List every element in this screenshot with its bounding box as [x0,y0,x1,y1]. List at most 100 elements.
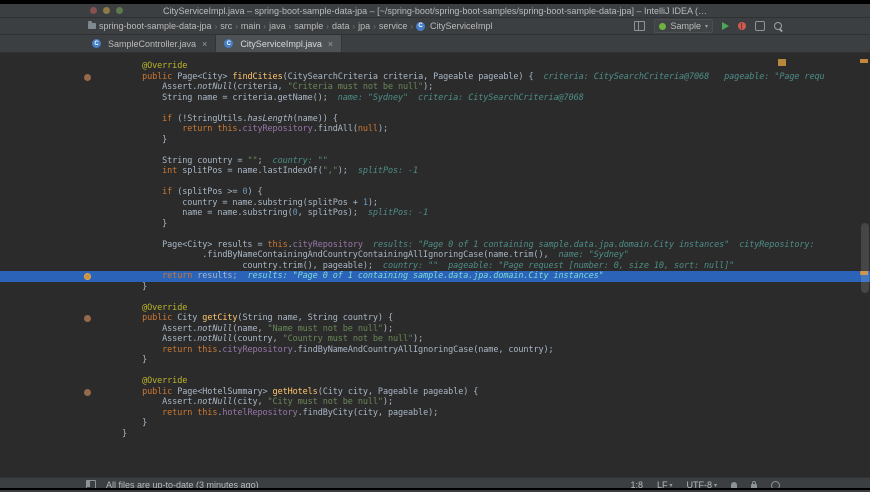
gutter-cell[interactable] [0,345,122,356]
gutter-cell[interactable] [0,240,122,251]
code-line[interactable]: } [0,418,870,429]
gutter-cell[interactable] [0,61,122,72]
code-line[interactable]: Assert.notNull(name, "Name must not be n… [0,324,870,335]
gutter-cell[interactable] [0,397,122,408]
breakpoint-icon[interactable] [84,273,91,280]
code-line[interactable] [0,103,870,114]
close-icon[interactable]: × [328,39,333,49]
editor-tab[interactable]: C SampleController.java × [84,35,217,52]
code-line[interactable]: return results; results: "Page 0 of 1 co… [0,271,870,282]
code-line[interactable]: name = name.substring(0, splitPos); spli… [0,208,870,219]
close-window-icon[interactable] [90,7,97,14]
code-line[interactable]: @Override [0,376,870,387]
gutter-cell[interactable] [0,219,122,230]
breadcrumb-item[interactable]: service [379,21,408,31]
gutter-cell[interactable] [0,208,122,219]
gutter-cell[interactable] [0,366,122,377]
code-line[interactable]: } [0,429,870,440]
gutter-cell[interactable] [0,82,122,93]
close-icon[interactable]: × [202,39,207,49]
code-line[interactable]: String name = criteria.getName(); name: … [0,93,870,104]
gutter-cell[interactable] [0,250,122,261]
code-line[interactable]: public City getCity(String name, String … [0,313,870,324]
code-line[interactable]: .findByNameContainingAndCountryContainin… [0,250,870,261]
breadcrumb-item[interactable]: spring-boot-sample-data-jpa [99,21,212,31]
code-line[interactable]: } [0,355,870,366]
code-line[interactable]: country.trim(), pageable); country: "" p… [0,261,870,272]
breadcrumb-item[interactable]: jpa [358,21,370,31]
code-line[interactable]: Assert.notNull(country, "Country must no… [0,334,870,345]
gutter-cell[interactable] [0,408,122,419]
gutter-cell[interactable] [0,229,122,240]
gutter-cell[interactable] [0,166,122,177]
code-line[interactable] [0,177,870,188]
code-line[interactable]: Assert.notNull(city, "City must not be n… [0,397,870,408]
gutter-cell[interactable] [0,282,122,293]
code-line[interactable]: } [0,135,870,146]
code-line[interactable] [0,366,870,377]
code-line[interactable]: if (!StringUtils.hasLength(name)) { [0,114,870,125]
gutter-cell[interactable] [0,177,122,188]
gutter-cell[interactable] [0,135,122,146]
gutter-cell[interactable] [0,124,122,135]
breadcrumb-item[interactable]: data [332,21,350,31]
gutter-cell[interactable] [0,387,122,398]
breadcrumb-item[interactable]: src [220,21,232,31]
gutter-cell[interactable] [0,355,122,366]
gutter-cell[interactable] [0,156,122,167]
debug-button[interactable] [738,22,746,30]
code-line[interactable]: } [0,282,870,293]
code-line[interactable] [0,229,870,240]
gutter-cell[interactable] [0,376,122,387]
search-everywhere-icon[interactable] [774,22,782,30]
gutter-cell[interactable] [0,324,122,335]
gutter-cell[interactable] [0,334,122,345]
run-button[interactable] [722,22,729,30]
gutter-cell[interactable] [0,429,122,440]
code-line[interactable] [0,145,870,156]
gutter-cell[interactable] [0,303,122,314]
tool-windows-icon[interactable] [634,21,646,31]
error-stripe-mark[interactable] [860,59,868,63]
code-line[interactable]: country = name.substring(splitPos + 1); [0,198,870,209]
code-line[interactable]: String country = ""; country: "" [0,156,870,167]
gutter-cell[interactable] [0,93,122,104]
breadcrumb-item[interactable]: C CityServiceImpl [416,21,493,31]
gutter-cell[interactable] [0,198,122,209]
scrollbar[interactable] [858,53,870,477]
code-line[interactable]: return this.cityRepository.findByNameAnd… [0,345,870,356]
gutter-cell[interactable] [0,313,122,324]
code-line[interactable]: int splitPos = name.lastIndexOf(","); sp… [0,166,870,177]
gutter-cell[interactable] [0,187,122,198]
gutter-cell[interactable] [0,418,122,429]
coverage-button[interactable] [755,21,765,31]
gutter-cell[interactable] [0,292,122,303]
gutter-cell[interactable] [0,145,122,156]
code-line[interactable] [0,292,870,303]
run-configuration-select[interactable]: Sample ▾ [654,19,713,33]
code-line[interactable]: Assert.notNull(criteria, "Criteria must … [0,82,870,93]
minimize-window-icon[interactable] [103,7,110,14]
code-line[interactable]: return this.hotelRepository.findByCity(c… [0,408,870,419]
gutter-cell[interactable] [0,114,122,125]
editor-tab[interactable]: C CityServiceImpl.java × [216,35,343,52]
code-line[interactable]: public Page<City> findCities(CitySearchC… [0,72,870,83]
gutter-cell[interactable] [0,271,122,282]
breadcrumb-item[interactable]: main [241,21,261,31]
override-marker-icon[interactable] [84,315,91,322]
gutter-cell[interactable] [0,72,122,83]
code-line[interactable]: return this.cityRepository.findAll(null)… [0,124,870,135]
code-line[interactable]: public Page<HotelSummary> getHotels(City… [0,387,870,398]
code-line[interactable]: } [0,219,870,230]
breadcrumb-item[interactable]: java [269,21,286,31]
scrollbar-thumb[interactable] [861,223,869,293]
code-line[interactable]: if (splitPos >= 0) { [0,187,870,198]
gutter-cell[interactable] [0,261,122,272]
gutter-cell[interactable] [0,103,122,114]
maximize-window-icon[interactable] [116,7,123,14]
override-marker-icon[interactable] [84,73,91,81]
breadcrumb-item[interactable]: sample [294,21,323,31]
code-line[interactable]: Page<City> results = this.cityRepository… [0,240,870,251]
code-editor[interactable]: @Override public Page<City> findCities(C… [0,53,870,477]
code-line[interactable]: @Override [0,303,870,314]
